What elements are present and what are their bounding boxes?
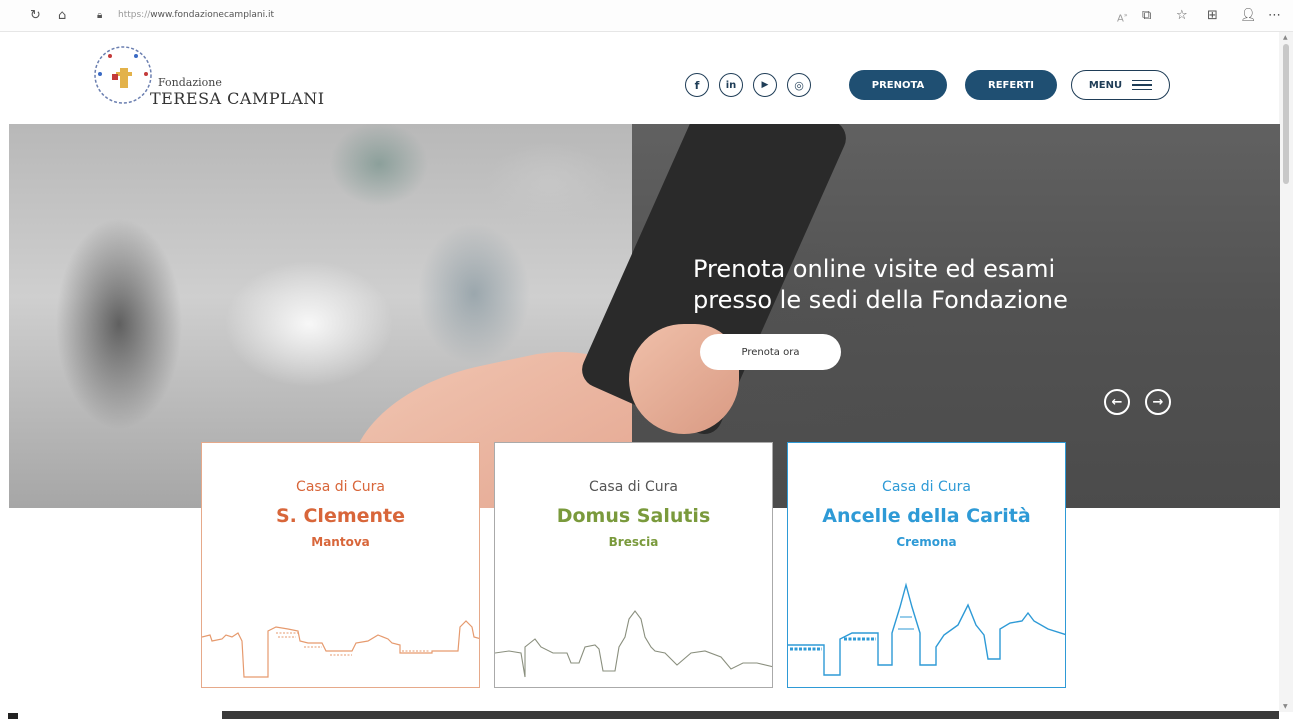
url-host: www.fondazionecamplani.it xyxy=(150,10,275,20)
hero-title: Prenota online visite ed esami presso le… xyxy=(693,254,1163,316)
profile-icon[interactable]: 👤︎ xyxy=(1240,9,1257,23)
home-icon[interactable]: ⌂ xyxy=(58,9,66,23)
tab-icon[interactable]: ⧉ xyxy=(1142,9,1151,23)
youtube-icon[interactable]: ▶ xyxy=(753,73,777,97)
prenota-ora-button[interactable]: Prenota ora xyxy=(700,334,841,370)
mantova-skyline-icon xyxy=(202,620,479,678)
reload-icon[interactable]: ↻ xyxy=(30,9,41,23)
lock-icon[interactable]: 🔒︎ xyxy=(97,9,102,23)
referti-button-label: REFERTI xyxy=(988,79,1034,91)
card-name: Ancelle della Carità xyxy=(822,505,1031,527)
prenota-button[interactable]: PRENOTA xyxy=(849,70,947,100)
prenota-button-label: PRENOTA xyxy=(871,79,925,91)
scroll-thumb[interactable] xyxy=(1283,44,1289,184)
logo-text-small: Fondazione xyxy=(158,76,222,89)
cremona-skyline-icon xyxy=(788,582,1065,676)
card-pre-label: Casa di Cura xyxy=(589,479,678,495)
card-city: Cremona xyxy=(896,535,957,549)
page-scrollbar[interactable]: ▲ ▼ xyxy=(1279,32,1293,712)
logo-emblem-icon xyxy=(94,46,152,104)
card-name: Domus Salutis xyxy=(556,505,711,527)
card-domus-salutis[interactable]: Casa di Cura Domus Salutis Brescia xyxy=(494,442,773,688)
card-ancelle-carita[interactable]: Casa di Cura Ancelle della Carità Cremon… xyxy=(787,442,1066,688)
hamburger-icon xyxy=(1132,77,1153,94)
menu-button[interactable]: MENU xyxy=(1071,70,1170,100)
card-pre-label: Casa di Cura xyxy=(882,479,971,495)
slider-prev-button[interactable]: ← xyxy=(1104,389,1130,415)
more-icon[interactable]: ⋯ xyxy=(1268,9,1281,23)
scroll-up-icon[interactable]: ▲ xyxy=(1283,34,1288,41)
card-san-clemente[interactable]: Casa di Cura S. Clemente Mantova xyxy=(201,442,480,688)
card-city: Mantova xyxy=(311,535,370,549)
logo-text-main: Teresa Camplani xyxy=(150,89,325,108)
linkedin-icon[interactable]: in xyxy=(719,73,743,97)
hero-title-line-2: presso le sedi della Fondazione xyxy=(693,286,1068,314)
arrow-left-icon: ← xyxy=(1111,394,1123,410)
browser-toolbar: ↻ ⌂ 🔒︎ https://www.fondazionecamplani.it… xyxy=(0,0,1293,32)
card-city: Brescia xyxy=(608,535,659,549)
facebook-icon[interactable]: f xyxy=(685,73,709,97)
card-name: S. Clemente xyxy=(275,505,406,527)
url-protocol: https:// xyxy=(118,10,151,20)
address-bar[interactable]: https://www.fondazionecamplani.it xyxy=(118,10,274,20)
instagram-icon[interactable]: ◎ xyxy=(787,73,811,97)
collections-icon[interactable]: ⊞ xyxy=(1207,9,1218,23)
read-aloud-icon[interactable]: A» xyxy=(1117,9,1128,26)
bottom-left-block xyxy=(8,713,18,719)
prenota-ora-label: Prenota ora xyxy=(741,346,800,358)
menu-button-label: MENU xyxy=(1088,79,1123,91)
slider-next-button[interactable]: → xyxy=(1145,389,1171,415)
brescia-skyline-icon xyxy=(495,610,772,678)
favorites-icon[interactable]: ☆ xyxy=(1176,9,1188,23)
card-pre-label: Casa di Cura xyxy=(296,479,385,495)
scroll-down-icon[interactable]: ▼ xyxy=(1283,703,1288,710)
next-section-band xyxy=(222,711,1279,719)
hero-title-line-1: Prenota online visite ed esami xyxy=(693,255,1056,283)
referti-button[interactable]: REFERTI xyxy=(965,70,1057,100)
arrow-right-icon: → xyxy=(1152,394,1164,410)
